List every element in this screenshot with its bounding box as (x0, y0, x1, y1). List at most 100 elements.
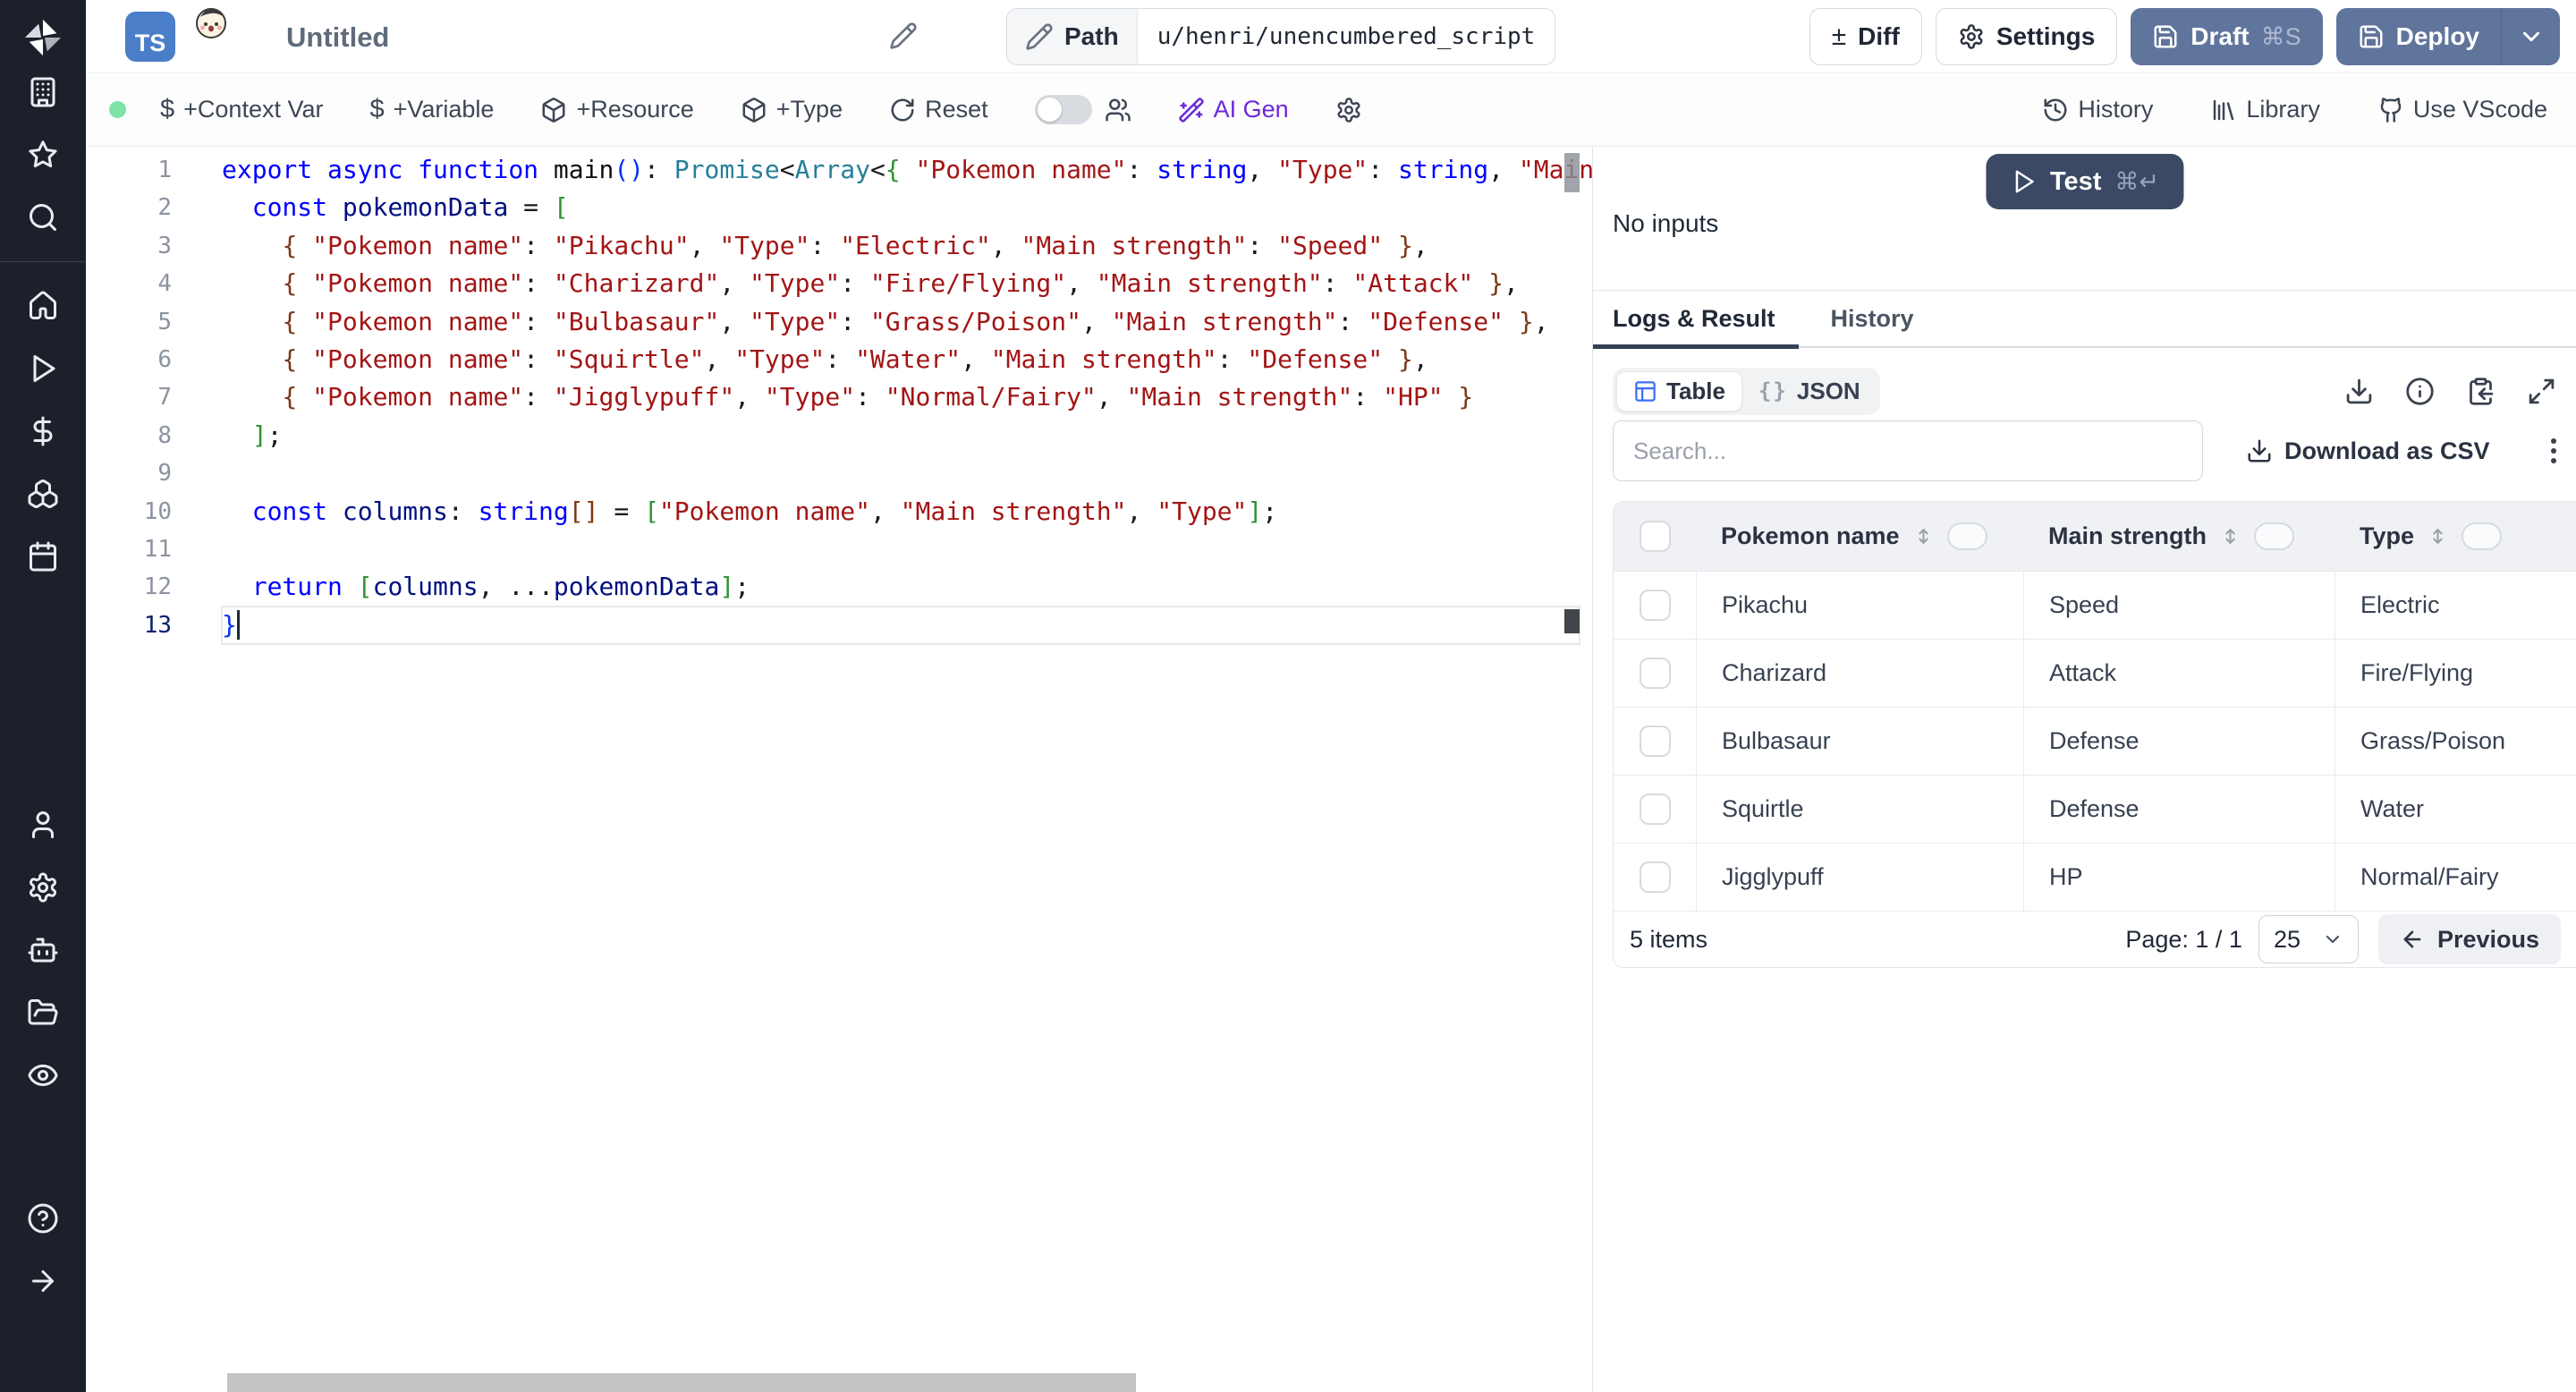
add-variable-button[interactable]: $ +Variable (369, 95, 494, 124)
download-result-button[interactable] (2344, 377, 2374, 406)
sort-icon[interactable] (2427, 525, 2449, 547)
code-line[interactable]: { "Pokemon name": "Charizard", "Type": "… (222, 265, 1580, 302)
save-icon (2152, 23, 2179, 50)
plus-minus-icon: ± (1831, 21, 1847, 51)
cursor-overview-marker (1564, 609, 1580, 633)
code-line[interactable]: export async function main(): Promise<Ar… (222, 151, 1592, 189)
deploy-options-button[interactable] (2501, 8, 2560, 65)
table-cell: Grass/Poison (2334, 708, 2576, 775)
sidebar-item-audit[interactable] (0, 1044, 86, 1107)
sidebar-collapse-toggle[interactable] (0, 1250, 86, 1312)
settings-button[interactable]: Settings (1935, 8, 2118, 65)
row-checkbox[interactable] (1639, 794, 1671, 825)
draft-button-label: Draft (2190, 22, 2250, 50)
page-size-select[interactable]: 25 (2258, 915, 2359, 963)
line-number: 12 (143, 573, 172, 601)
history-button[interactable]: History (2042, 96, 2153, 123)
code-line[interactable]: const pokemonData = [ (222, 189, 1580, 226)
table-cell: Normal/Fairy (2334, 844, 2576, 911)
add-resource-button[interactable]: +Resource (540, 96, 694, 123)
view-toggle-table[interactable]: Table (1616, 370, 1742, 412)
ai-gen-button[interactable]: AI Gen (1178, 96, 1289, 123)
select-all-checkbox[interactable] (1639, 521, 1671, 552)
sidebar-item-resources[interactable] (0, 463, 86, 525)
sidebar-item-search[interactable] (0, 186, 86, 249)
refresh-icon (889, 97, 916, 123)
sort-icon[interactable] (2219, 525, 2241, 547)
sidebar-item-folders[interactable] (0, 981, 86, 1044)
scrollbar-thumb[interactable] (1564, 153, 1580, 192)
search-input[interactable] (1613, 420, 2203, 481)
sort-icon[interactable] (1912, 525, 1935, 547)
info-button[interactable] (2405, 377, 2435, 406)
sidebar-item-schedules[interactable] (0, 525, 86, 588)
horizontal-scrollbar[interactable] (227, 1373, 1136, 1392)
tab-logs-result[interactable]: Logs & Result (1593, 290, 1798, 349)
sidebar-item-workspace[interactable] (0, 61, 86, 123)
page-title: Untitled (286, 21, 390, 53)
code-line[interactable]: { "Pokemon name": "Squirtle", "Type": "W… (222, 341, 1580, 378)
script-settings-button[interactable] (1335, 97, 1362, 123)
row-checkbox[interactable] (1639, 862, 1671, 893)
tab-history[interactable]: History (1831, 290, 1914, 347)
sidebar-item-runs[interactable] (0, 337, 86, 400)
library-button[interactable]: Library (2210, 96, 2320, 123)
code-line[interactable] (222, 530, 1580, 568)
row-checkbox[interactable] (1639, 658, 1671, 689)
windmill-logo[interactable] (20, 14, 66, 61)
table-cell: Defense (2023, 708, 2334, 775)
row-checkbox[interactable] (1639, 726, 1671, 757)
sidebar-item-home[interactable] (0, 275, 86, 337)
download-csv-button[interactable]: Download as CSV (2246, 437, 2490, 465)
use-vscode-button[interactable]: Use VScode (2377, 96, 2547, 123)
draft-button[interactable]: Draft ⌘S (2131, 8, 2323, 65)
view-toggle-json[interactable]: {} JSON (1742, 372, 1877, 411)
column-header-label[interactable]: Main strength (2048, 522, 2207, 550)
table-row: Jigglypuff HP Normal/Fairy (1614, 844, 2576, 912)
table-row: Bulbasaur Defense Grass/Poison (1614, 708, 2576, 776)
previous-page-button[interactable]: Previous (2377, 914, 2561, 964)
copy-result-button[interactable] (2466, 377, 2496, 406)
code-line[interactable] (222, 454, 1580, 492)
diff-button[interactable]: ± Diff (1809, 8, 1922, 65)
add-type-button[interactable]: +Type (741, 96, 843, 123)
editor-code[interactable]: export async function main(): Promise<Ar… (221, 151, 1592, 646)
sidebar-item-users[interactable] (0, 794, 86, 856)
test-button[interactable]: Test ⌘↵ (1985, 154, 2184, 209)
add-context-var-button[interactable]: $ +Context Var (160, 95, 323, 124)
deploy-button[interactable]: Deploy (2335, 8, 2501, 65)
multiplayer-toggle[interactable] (1034, 95, 1092, 124)
sidebar-item-help[interactable] (0, 1187, 86, 1250)
column-filter-pill[interactable] (2462, 522, 2503, 550)
previous-label: Previous (2436, 925, 2539, 953)
bot-icon (27, 934, 59, 966)
code-line[interactable]: return [columns, ...pokemonData]; (222, 568, 1580, 606)
column-filter-pill[interactable] (2254, 522, 2295, 550)
path-label-section[interactable]: Path (1007, 9, 1138, 64)
column-filter-pill[interactable] (1946, 522, 1987, 550)
download-csv-label: Download as CSV (2284, 437, 2490, 464)
sidebar-item-favorites[interactable] (0, 123, 86, 186)
page-indicator: Page: 1 / 1 (2125, 925, 2242, 953)
row-checkbox[interactable] (1639, 590, 1671, 621)
column-header-label[interactable]: Pokemon name (1721, 522, 1900, 550)
sidebar-item-variables[interactable] (0, 400, 86, 463)
code-line[interactable]: { "Pokemon name": "Bulbasaur", "Type": "… (222, 303, 1580, 341)
edit-summary-button[interactable] (889, 21, 918, 50)
sidebar-item-workers[interactable] (0, 919, 86, 981)
path-field[interactable]: Path u/henri/unencumbered_script (1006, 8, 1556, 65)
expand-result-button[interactable] (2527, 377, 2556, 406)
sidebar-item-settings[interactable] (0, 856, 86, 919)
path-value[interactable]: u/henri/unencumbered_script (1138, 9, 1555, 64)
code-line[interactable]: ]; (222, 417, 1580, 454)
sidebar (0, 0, 86, 1392)
chevron-down-icon (2518, 23, 2545, 50)
code-line[interactable]: const columns: string[] = ["Pokemon name… (222, 493, 1580, 530)
code-editor[interactable]: 1 2 3 4 5 6 7 8 9 10 11 12 13 export async function … (86, 147, 1592, 1392)
code-line[interactable]: } (221, 605, 1580, 646)
reset-button[interactable]: Reset (889, 96, 988, 123)
code-line[interactable]: { "Pokemon name": "Jigglypuff", "Type": … (222, 378, 1580, 416)
code-line[interactable]: { "Pokemon name": "Pikachu", "Type": "El… (222, 227, 1580, 265)
more-options-button[interactable] (2551, 438, 2556, 463)
column-header-label[interactable]: Type (2360, 522, 2414, 550)
